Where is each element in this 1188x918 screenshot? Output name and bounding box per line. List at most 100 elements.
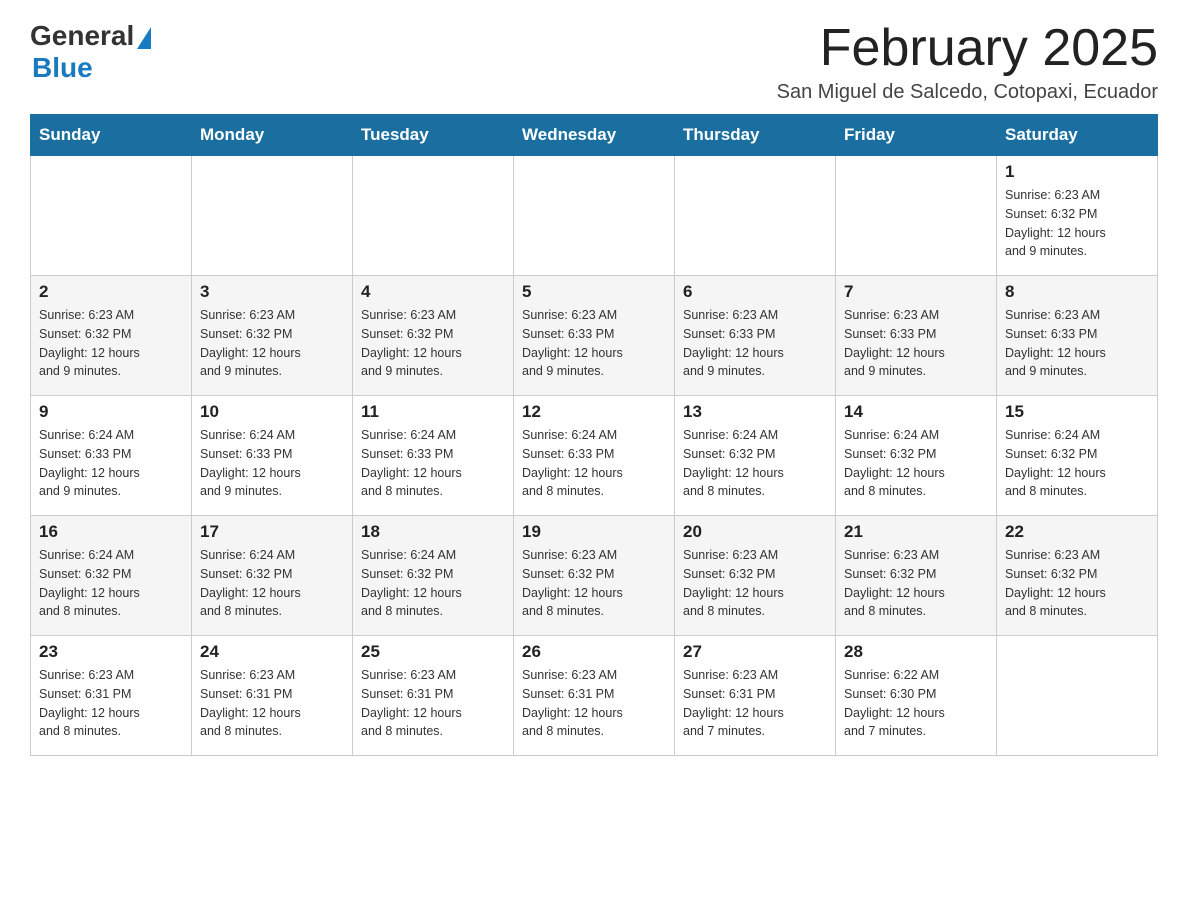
day-info: Sunrise: 6:23 AM Sunset: 6:32 PM Dayligh… [683, 546, 827, 621]
day-number: 21 [844, 522, 988, 542]
calendar-cell: 24 Sunrise: 6:23 AM Sunset: 6:31 PM Dayli… [192, 636, 353, 756]
day-info: Sunrise: 6:23 AM Sunset: 6:32 PM Dayligh… [361, 306, 505, 381]
logo: General Blue [30, 20, 151, 84]
calendar-cell [836, 156, 997, 276]
calendar-cell: 10Sunrise: 6:24 AM Sunset: 6:33 PM Dayli… [192, 396, 353, 516]
calendar-table: SundayMondayTuesdayWednesdayThursdayFrid… [30, 114, 1158, 756]
calendar-cell: 21 Sunrise: 6:23 AM Sunset: 6:32 PM Dayli… [836, 516, 997, 636]
logo-blue-text: Blue [32, 52, 93, 84]
week-row-3: 9 Sunrise: 6:24 AM Sunset: 6:33 PM Daylig… [31, 396, 1158, 516]
day-number: 7 [844, 282, 988, 302]
calendar-cell [675, 156, 836, 276]
header-cell-friday: Friday [836, 115, 997, 156]
day-info: Sunrise: 6:24 AM Sunset: 6:33 PM Dayligh… [522, 426, 666, 501]
day-info: Sunrise: 6:24 AM Sunset: 6:32 PM Dayligh… [683, 426, 827, 501]
calendar-cell: 2 Sunrise: 6:23 AM Sunset: 6:32 PM Daylig… [31, 276, 192, 396]
calendar-subtitle: San Miguel de Salcedo, Cotopaxi, Ecuador [777, 81, 1158, 104]
header-cell-monday: Monday [192, 115, 353, 156]
calendar-cell: 20 Sunrise: 6:23 AM Sunset: 6:32 PM Dayli… [675, 516, 836, 636]
week-row-4: 16 Sunrise: 6:24 AM Sunset: 6:32 PM Dayli… [31, 516, 1158, 636]
title-area: February 2025 San Miguel de Salcedo, Cot… [777, 20, 1158, 104]
calendar-cell: 25 Sunrise: 6:23 AM Sunset: 6:31 PM Dayli… [353, 636, 514, 756]
header-cell-wednesday: Wednesday [514, 115, 675, 156]
day-info: Sunrise: 6:23 AM Sunset: 6:32 PM Dayligh… [522, 546, 666, 621]
day-number: 2 [39, 282, 183, 302]
day-info: Sunrise: 6:23 AM Sunset: 6:31 PM Dayligh… [683, 666, 827, 741]
calendar-cell: 14 Sunrise: 6:24 AM Sunset: 6:32 PM Dayli… [836, 396, 997, 516]
day-info: Sunrise: 6:23 AM Sunset: 6:32 PM Dayligh… [39, 306, 183, 381]
calendar-cell [514, 156, 675, 276]
logo-triangle-icon [137, 27, 151, 49]
day-info: Sunrise: 6:24 AM Sunset: 6:33 PM Dayligh… [39, 426, 183, 501]
calendar-cell: 6 Sunrise: 6:23 AM Sunset: 6:33 PM Daylig… [675, 276, 836, 396]
day-number: 1 [1005, 162, 1149, 182]
week-row-1: 1 Sunrise: 6:23 AM Sunset: 6:32 PM Daylig… [31, 156, 1158, 276]
calendar-cell: 7 Sunrise: 6:23 AM Sunset: 6:33 PM Daylig… [836, 276, 997, 396]
day-number: 22 [1005, 522, 1149, 542]
day-info: Sunrise: 6:24 AM Sunset: 6:32 PM Dayligh… [1005, 426, 1149, 501]
day-info: Sunrise: 6:23 AM Sunset: 6:32 PM Dayligh… [844, 546, 988, 621]
day-info: Sunrise: 6:23 AM Sunset: 6:31 PM Dayligh… [200, 666, 344, 741]
day-number: 18 [361, 522, 505, 542]
calendar-cell: 28 Sunrise: 6:22 AM Sunset: 6:30 PM Dayli… [836, 636, 997, 756]
day-number: 3 [200, 282, 344, 302]
day-number: 14 [844, 402, 988, 422]
day-info: Sunrise: 6:23 AM Sunset: 6:33 PM Dayligh… [683, 306, 827, 381]
day-info: Sunrise: 6:24 AM Sunset: 6:32 PM Dayligh… [361, 546, 505, 621]
day-info: Sunrise: 6:23 AM Sunset: 6:32 PM Dayligh… [1005, 186, 1149, 261]
day-info: Sunrise: 6:23 AM Sunset: 6:32 PM Dayligh… [200, 306, 344, 381]
day-number: 16 [39, 522, 183, 542]
day-number: 25 [361, 642, 505, 662]
day-number: 12 [522, 402, 666, 422]
day-info: Sunrise: 6:23 AM Sunset: 6:31 PM Dayligh… [361, 666, 505, 741]
day-number: 8 [1005, 282, 1149, 302]
calendar-cell [31, 156, 192, 276]
day-info: Sunrise: 6:23 AM Sunset: 6:33 PM Dayligh… [1005, 306, 1149, 381]
calendar-cell: 15 Sunrise: 6:24 AM Sunset: 6:32 PM Dayli… [997, 396, 1158, 516]
calendar-cell: 26Sunrise: 6:23 AM Sunset: 6:31 PM Dayli… [514, 636, 675, 756]
calendar-title: February 2025 [777, 20, 1158, 77]
calendar-cell: 3 Sunrise: 6:23 AM Sunset: 6:32 PM Daylig… [192, 276, 353, 396]
calendar-cell: 18 Sunrise: 6:24 AM Sunset: 6:32 PM Dayli… [353, 516, 514, 636]
day-info: Sunrise: 6:22 AM Sunset: 6:30 PM Dayligh… [844, 666, 988, 741]
day-info: Sunrise: 6:24 AM Sunset: 6:33 PM Dayligh… [200, 426, 344, 501]
calendar-cell [997, 636, 1158, 756]
header-cell-tuesday: Tuesday [353, 115, 514, 156]
header-row: SundayMondayTuesdayWednesdayThursdayFrid… [31, 115, 1158, 156]
calendar-cell [353, 156, 514, 276]
calendar-cell [192, 156, 353, 276]
calendar-cell: 13 Sunrise: 6:24 AM Sunset: 6:32 PM Dayli… [675, 396, 836, 516]
day-number: 15 [1005, 402, 1149, 422]
week-row-5: 23 Sunrise: 6:23 AM Sunset: 6:31 PM Dayli… [31, 636, 1158, 756]
calendar-cell: 12 Sunrise: 6:24 AM Sunset: 6:33 PM Dayli… [514, 396, 675, 516]
day-info: Sunrise: 6:24 AM Sunset: 6:32 PM Dayligh… [39, 546, 183, 621]
header-cell-thursday: Thursday [675, 115, 836, 156]
header-cell-sunday: Sunday [31, 115, 192, 156]
day-number: 28 [844, 642, 988, 662]
calendar-cell: 11Sunrise: 6:24 AM Sunset: 6:33 PM Dayli… [353, 396, 514, 516]
calendar-cell: 9 Sunrise: 6:24 AM Sunset: 6:33 PM Daylig… [31, 396, 192, 516]
calendar-cell: 23 Sunrise: 6:23 AM Sunset: 6:31 PM Dayli… [31, 636, 192, 756]
calendar-cell: 8 Sunrise: 6:23 AM Sunset: 6:33 PM Daylig… [997, 276, 1158, 396]
calendar-cell: 16 Sunrise: 6:24 AM Sunset: 6:32 PM Dayli… [31, 516, 192, 636]
day-number: 9 [39, 402, 183, 422]
logo-general-text: General [30, 20, 134, 52]
day-number: 20 [683, 522, 827, 542]
calendar-cell: 27 Sunrise: 6:23 AM Sunset: 6:31 PM Dayli… [675, 636, 836, 756]
day-info: Sunrise: 6:23 AM Sunset: 6:33 PM Dayligh… [844, 306, 988, 381]
day-number: 4 [361, 282, 505, 302]
day-info: Sunrise: 6:24 AM Sunset: 6:33 PM Dayligh… [361, 426, 505, 501]
page-header: General Blue February 2025 San Miguel de… [30, 20, 1158, 104]
day-number: 5 [522, 282, 666, 302]
day-info: Sunrise: 6:24 AM Sunset: 6:32 PM Dayligh… [844, 426, 988, 501]
calendar-cell: 5Sunrise: 6:23 AM Sunset: 6:33 PM Daylig… [514, 276, 675, 396]
day-number: 17 [200, 522, 344, 542]
calendar-cell: 4 Sunrise: 6:23 AM Sunset: 6:32 PM Daylig… [353, 276, 514, 396]
day-number: 23 [39, 642, 183, 662]
day-info: Sunrise: 6:23 AM Sunset: 6:32 PM Dayligh… [1005, 546, 1149, 621]
day-number: 27 [683, 642, 827, 662]
day-number: 6 [683, 282, 827, 302]
day-number: 13 [683, 402, 827, 422]
day-number: 24 [200, 642, 344, 662]
day-info: Sunrise: 6:23 AM Sunset: 6:31 PM Dayligh… [39, 666, 183, 741]
